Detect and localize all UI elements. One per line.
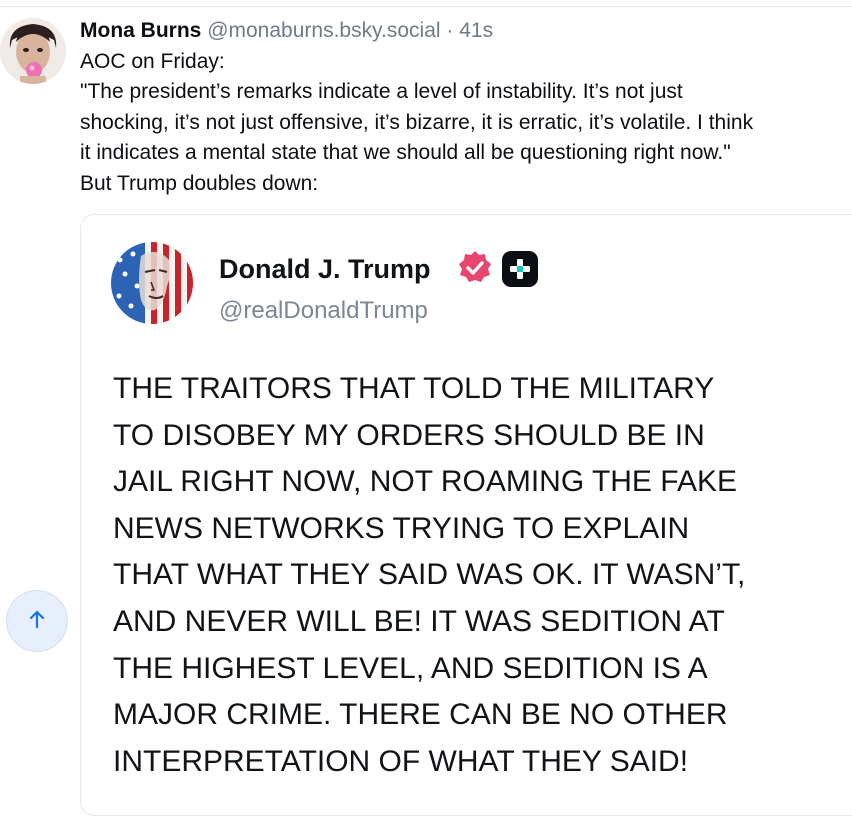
embedded-text-line: THE HIGHEST LEVEL, AND SEDITION IS A bbox=[113, 651, 708, 685]
post-text-line: "The president’s remarks indicate a leve… bbox=[80, 80, 683, 104]
author-name[interactable]: Mona Burns bbox=[80, 19, 201, 42]
embedded-display-name: Donald J. Trump bbox=[219, 254, 431, 284]
plus-badge-icon bbox=[502, 251, 538, 287]
post-age[interactable]: 41s bbox=[459, 19, 493, 42]
post-text-line: shocking, it’s not just offensive, it’s … bbox=[80, 110, 754, 134]
arrow-up-icon bbox=[26, 608, 48, 635]
separator-dot: · bbox=[446, 19, 454, 42]
post-text-line: it indicates a mental state that we shou… bbox=[80, 141, 731, 165]
embedded-handle: @realDonaldTrump bbox=[219, 297, 428, 324]
embedded-text-line: THAT WHAT THEY SAID WAS OK. IT WASN’T, bbox=[113, 558, 746, 592]
author-handle[interactable]: @monaburns.bsky.social bbox=[207, 19, 440, 42]
embedded-text-line: AND NEVER WILL BE! IT WAS SEDITION AT bbox=[113, 604, 725, 638]
post-text: AOC on Friday: "The president’s remarks … bbox=[80, 47, 852, 199]
embedded-text-line: INTERPRETATION OF WHAT THEY SAID! bbox=[113, 744, 689, 778]
embedded-text-line: THE TRAITORS THAT TOLD THE MILITARY bbox=[113, 372, 715, 405]
embedded-text-line: JAIL RIGHT NOW, NOT ROAMING THE FAKE bbox=[113, 465, 737, 499]
embedded-text-line: MAJOR CRIME. THERE CAN BE NO OTHER bbox=[113, 698, 728, 732]
post: Mona Burns @monaburns.bsky.social · 41s … bbox=[80, 14, 852, 199]
verified-badge-icon bbox=[456, 249, 494, 287]
embedded-author-avatar bbox=[111, 242, 193, 324]
post-text-line: AOC on Friday: bbox=[80, 50, 225, 73]
embedded-text-line: TO DISOBEY MY ORDERS SHOULD BE IN bbox=[113, 418, 705, 452]
embedded-text-line: NEWS NETWORKS TRYING TO EXPLAIN bbox=[113, 511, 690, 545]
scroll-to-top-button[interactable] bbox=[6, 590, 68, 652]
top-divider bbox=[0, 0, 852, 7]
post-text-line: But Trump doubles down: bbox=[80, 171, 319, 195]
post-header: Mona Burns @monaburns.bsky.social · 41s bbox=[80, 14, 852, 48]
embedded-post-text: THE TRAITORS THAT TOLD THE MILITARY TO D… bbox=[113, 366, 745, 785]
author-avatar[interactable] bbox=[0, 18, 66, 84]
